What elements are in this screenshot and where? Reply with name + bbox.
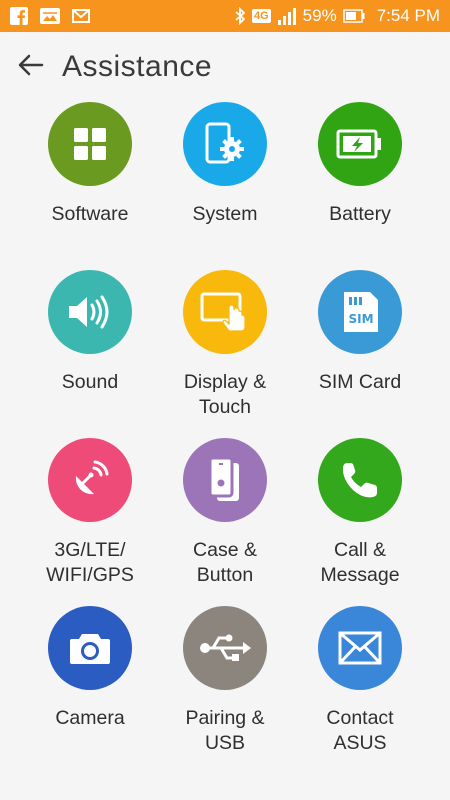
page-title: Assistance xyxy=(62,50,213,83)
tile-contact-asus[interactable]: Contact ASUS xyxy=(285,606,435,774)
tile-label: Display & Touch xyxy=(183,371,267,418)
mail-icon xyxy=(72,9,90,23)
arrow-left-icon xyxy=(18,54,44,81)
touch-screen-icon xyxy=(183,270,267,354)
tile-label: Case & Button xyxy=(193,539,257,586)
tile-case-button[interactable]: Case & Button xyxy=(150,438,300,606)
tile-sound[interactable]: Sound xyxy=(15,270,165,438)
svg-text:SIM: SIM xyxy=(348,312,373,326)
signal-icon xyxy=(277,7,297,25)
tile-software[interactable]: Software xyxy=(15,102,165,270)
facebook-icon xyxy=(10,7,28,25)
clock: 7:54 PM xyxy=(376,6,440,25)
app-header: Assistance xyxy=(0,32,450,102)
tile-label: Pairing & USB xyxy=(185,707,265,754)
tile-network[interactable]: 3G/LTE/ WIFI/GPS xyxy=(15,438,165,606)
phone-case-icon xyxy=(183,438,267,522)
tile-pairing-usb[interactable]: Pairing & USB xyxy=(150,606,300,774)
battery-charging-icon xyxy=(318,102,402,186)
speaker-icon xyxy=(48,270,132,354)
tile-label: SIM Card xyxy=(318,371,402,393)
tile-label: Call & Message xyxy=(320,539,400,586)
tile-label: Software xyxy=(51,203,129,225)
tile-sim-card[interactable]: SIM SIM Card xyxy=(285,270,435,438)
apps-grid-icon xyxy=(48,102,132,186)
tile-display-touch[interactable]: Display & Touch xyxy=(150,270,300,438)
satellite-dish-icon xyxy=(48,438,132,522)
tile-label: System xyxy=(192,203,258,225)
tile-label: Camera xyxy=(55,707,125,729)
tile-label: Battery xyxy=(329,203,391,225)
tile-battery[interactable]: Battery xyxy=(285,102,435,270)
battery-percent: 59% xyxy=(302,6,337,25)
system-status: 4G 59% 7:54 PM xyxy=(234,6,440,26)
phone-call-icon xyxy=(318,438,402,522)
network-4g-icon: 4G xyxy=(251,9,271,23)
usb-icon xyxy=(183,606,267,690)
back-button[interactable] xyxy=(16,52,46,82)
battery-icon xyxy=(342,9,365,23)
tile-label: 3G/LTE/ WIFI/GPS xyxy=(46,539,134,586)
gallery-icon xyxy=(40,8,60,24)
tile-label: Contact ASUS xyxy=(326,707,394,754)
notification-icons xyxy=(10,7,90,25)
envelope-icon xyxy=(318,606,402,690)
tile-call-message[interactable]: Call & Message xyxy=(285,438,435,606)
phone-settings-icon xyxy=(183,102,267,186)
camera-icon xyxy=(48,606,132,690)
tile-label: Sound xyxy=(61,371,119,393)
sim-card-icon: SIM xyxy=(318,270,402,354)
tile-camera[interactable]: Camera xyxy=(15,606,165,774)
assistance-grid: Software System Battery Sound Display & … xyxy=(0,100,450,800)
bluetooth-icon xyxy=(234,7,246,25)
status-bar: 4G 59% 7:54 PM xyxy=(0,0,450,32)
tile-system[interactable]: System xyxy=(150,102,300,270)
